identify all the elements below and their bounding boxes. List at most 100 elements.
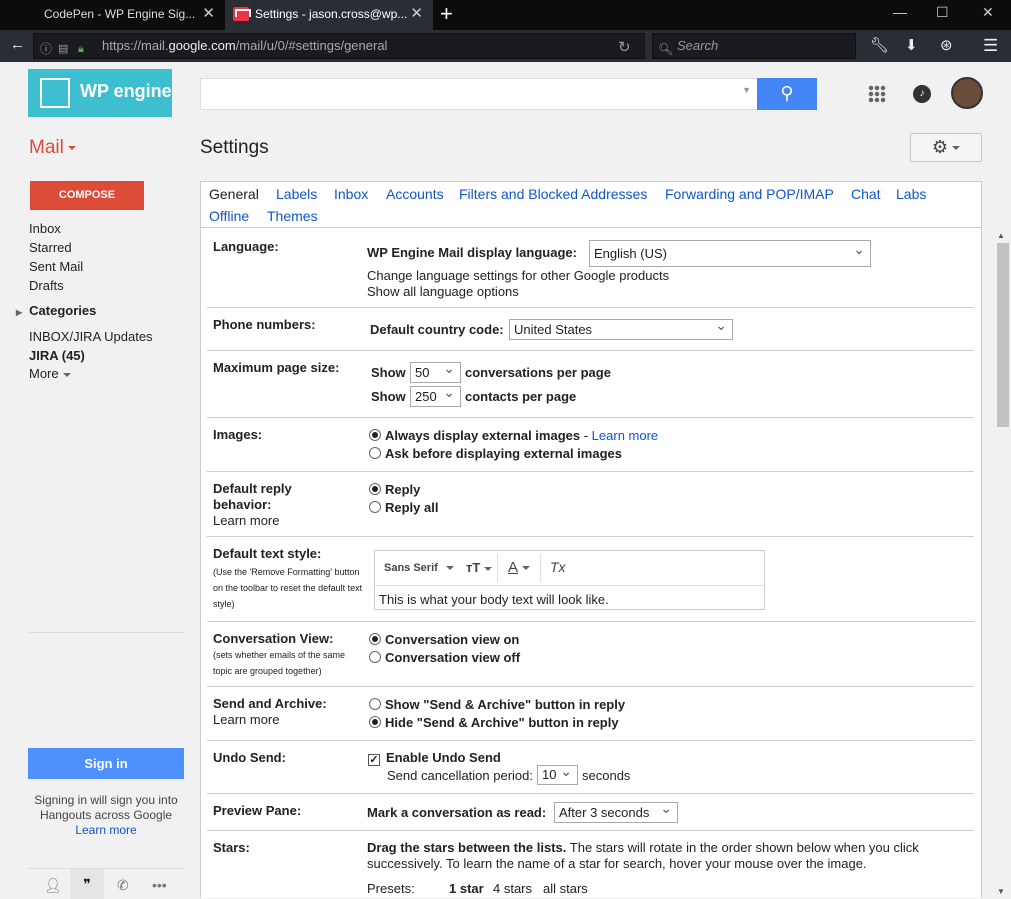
reply-all-option[interactable]: Reply all <box>369 500 438 515</box>
more-dots-icon[interactable]: ••• <box>152 877 167 893</box>
reply-option[interactable]: Reply <box>369 482 420 497</box>
hangouts-icon[interactable]: ❞ <box>70 869 104 899</box>
window-close-icon[interactable]: ✕ <box>982 4 994 21</box>
radio-selected-icon[interactable] <box>369 633 381 645</box>
tab-labs[interactable]: Labs <box>896 186 926 202</box>
contacts-per-page-select[interactable]: 250 <box>410 383 461 407</box>
enable-undo-send-checkbox[interactable]: ✓ Enable Undo Send <box>368 750 501 766</box>
scroll-down-icon[interactable]: ▼ <box>997 887 1005 896</box>
sidebar-item-jira[interactable]: JIRA (45) <box>29 348 85 363</box>
close-tab-icon[interactable]: ✕ <box>202 0 215 28</box>
sidebar-item-sent[interactable]: Sent Mail <box>29 259 83 274</box>
sidebar-item-starred[interactable]: Starred <box>29 240 72 255</box>
browser-tab-settings[interactable]: Settings - jason.cross@wp... ✕ <box>225 0 433 30</box>
preset-4-stars[interactable]: 4 stars <box>493 881 532 896</box>
search-button[interactable]: ⚲ <box>757 78 817 110</box>
conversation-off-option[interactable]: Conversation view off <box>369 650 520 665</box>
tab-forwarding[interactable]: Forwarding and POP/IMAP <box>665 186 834 202</box>
tab-themes[interactable]: Themes <box>267 208 318 224</box>
chevron-down-icon <box>952 146 961 151</box>
radio-selected-icon[interactable] <box>369 716 381 728</box>
reply-learn-more-link[interactable]: Learn more <box>213 513 279 528</box>
tab-filters[interactable]: Filters and Blocked Addresses <box>459 186 647 202</box>
radio-icon[interactable] <box>369 501 381 513</box>
browser-tab-codepen[interactable]: CodePen - WP Engine Sig... ✕ <box>0 0 225 30</box>
scroll-up-icon[interactable]: ▲ <box>997 231 1005 240</box>
reload-icon[interactable]: ↻ <box>618 36 631 60</box>
globe-icon[interactable]: ⊛ <box>940 36 953 54</box>
conversations-per-page-select[interactable]: 50 <box>410 359 461 383</box>
info-icon[interactable]: ⓘ <box>40 37 52 61</box>
preset-1-star[interactable]: 1 star <box>449 881 484 896</box>
maximize-icon[interactable]: ☐ <box>936 4 949 21</box>
checkbox-checked-icon[interactable]: ✓ <box>368 754 380 766</box>
settings-gear-button[interactable]: ⚙ <box>910 133 982 162</box>
show-send-archive-option[interactable]: Show "Send & Archive" button in reply <box>369 697 625 712</box>
tab-accounts[interactable]: Accounts <box>386 186 444 202</box>
sidebar-item-inbox[interactable]: Inbox <box>29 221 61 236</box>
gmail-header: WP engine ▼ ⚲ ♪ <box>0 62 1011 122</box>
country-code-label: Default country code: <box>370 322 504 337</box>
text-style-label: Default text style: <box>213 546 322 561</box>
browser-search-input[interactable]: 🔍︎ Search <box>652 33 856 59</box>
font-size-icon[interactable]: тT <box>466 560 493 575</box>
cancellation-period-select[interactable]: 10 <box>537 762 578 785</box>
radio-selected-icon[interactable] <box>369 483 381 495</box>
permissions-icon[interactable]: ▤ <box>58 37 68 61</box>
sidebar-more[interactable]: More <box>29 366 71 381</box>
new-tab-icon[interactable]: + <box>440 2 453 26</box>
sidebar-item-drafts[interactable]: Drafts <box>29 278 64 293</box>
send-archive-learn-more-link[interactable]: Learn more <box>213 712 279 727</box>
show-language-options-link[interactable]: Show all language options <box>367 284 519 299</box>
change-language-link[interactable]: Change language settings for other Googl… <box>367 268 669 283</box>
images-option-always[interactable]: Always display external images - Learn m… <box>369 428 658 443</box>
sidebar-categories[interactable]: ▶ Categories <box>16 303 96 318</box>
compose-button[interactable]: COMPOSE <box>30 181 144 210</box>
url-bar[interactable]: ⓘ ▤ 🔒︎ https://mail.google.com/mail/u/0/… <box>33 33 645 59</box>
tab-offline[interactable]: Offline <box>209 208 249 224</box>
sidebar-item-jira-updates[interactable]: INBOX/JIRA Updates <box>29 329 153 344</box>
wrench-icon[interactable]: 🔧︎ <box>870 36 889 54</box>
images-learn-more-link[interactable]: Learn more <box>592 428 658 443</box>
country-select[interactable]: United States <box>509 316 733 340</box>
conversation-view-label: Conversation View: <box>213 631 334 646</box>
radio-selected-icon[interactable] <box>369 429 381 441</box>
close-tab-icon[interactable]: ✕ <box>410 0 423 28</box>
divider <box>207 793 974 794</box>
contacts-icon[interactable]: 👤︎ <box>44 877 62 894</box>
language-select[interactable]: English (US) <box>589 237 871 267</box>
scrollbar-thumb[interactable] <box>997 243 1009 427</box>
back-icon[interactable]: ← <box>10 36 25 53</box>
mail-search-input[interactable]: ▼ <box>200 78 760 110</box>
mail-menu[interactable]: Mail <box>29 137 76 159</box>
minimize-icon[interactable]: — <box>893 4 907 20</box>
remove-formatting-icon[interactable]: Tx <box>550 559 566 575</box>
notifications-icon[interactable]: ♪ <box>913 85 931 103</box>
search-options-icon[interactable]: ▼ <box>742 85 751 95</box>
phone-icon[interactable]: ✆ <box>117 877 129 894</box>
sign-in-button[interactable]: Sign in <box>28 748 184 779</box>
tab-general[interactable]: General <box>209 186 259 202</box>
reply-option-label: Reply <box>385 482 421 497</box>
wpengine-logo[interactable]: WP engine <box>28 69 172 117</box>
menu-icon[interactable]: ☰ <box>983 36 998 56</box>
hangouts-learn-more-link[interactable]: Learn more <box>28 823 184 838</box>
tab-chat[interactable]: Chat <box>851 186 881 202</box>
download-icon[interactable]: ⬇ <box>905 36 918 54</box>
url-domain: google.com <box>168 38 236 53</box>
preset-all-stars[interactable]: all stars <box>543 881 588 896</box>
font-family-select[interactable]: Sans Serif <box>384 562 454 574</box>
images-option-ask[interactable]: Ask before displaying external images <box>369 446 622 461</box>
radio-icon[interactable] <box>369 447 381 459</box>
tab-inbox[interactable]: Inbox <box>334 186 368 202</box>
mark-read-select[interactable]: After 3 seconds <box>554 799 678 823</box>
text-color-icon[interactable]: A <box>508 559 531 576</box>
conversation-on-option[interactable]: Conversation view on <box>369 632 519 647</box>
mark-read-label: Mark a conversation as read: <box>367 805 547 820</box>
avatar[interactable] <box>951 77 983 109</box>
hide-send-archive-option[interactable]: Hide "Send & Archive" button in reply <box>369 715 619 730</box>
tab-labels[interactable]: Labels <box>276 186 317 202</box>
radio-icon[interactable] <box>369 651 381 663</box>
apps-grid-icon[interactable] <box>868 85 886 103</box>
radio-icon[interactable] <box>369 698 381 710</box>
